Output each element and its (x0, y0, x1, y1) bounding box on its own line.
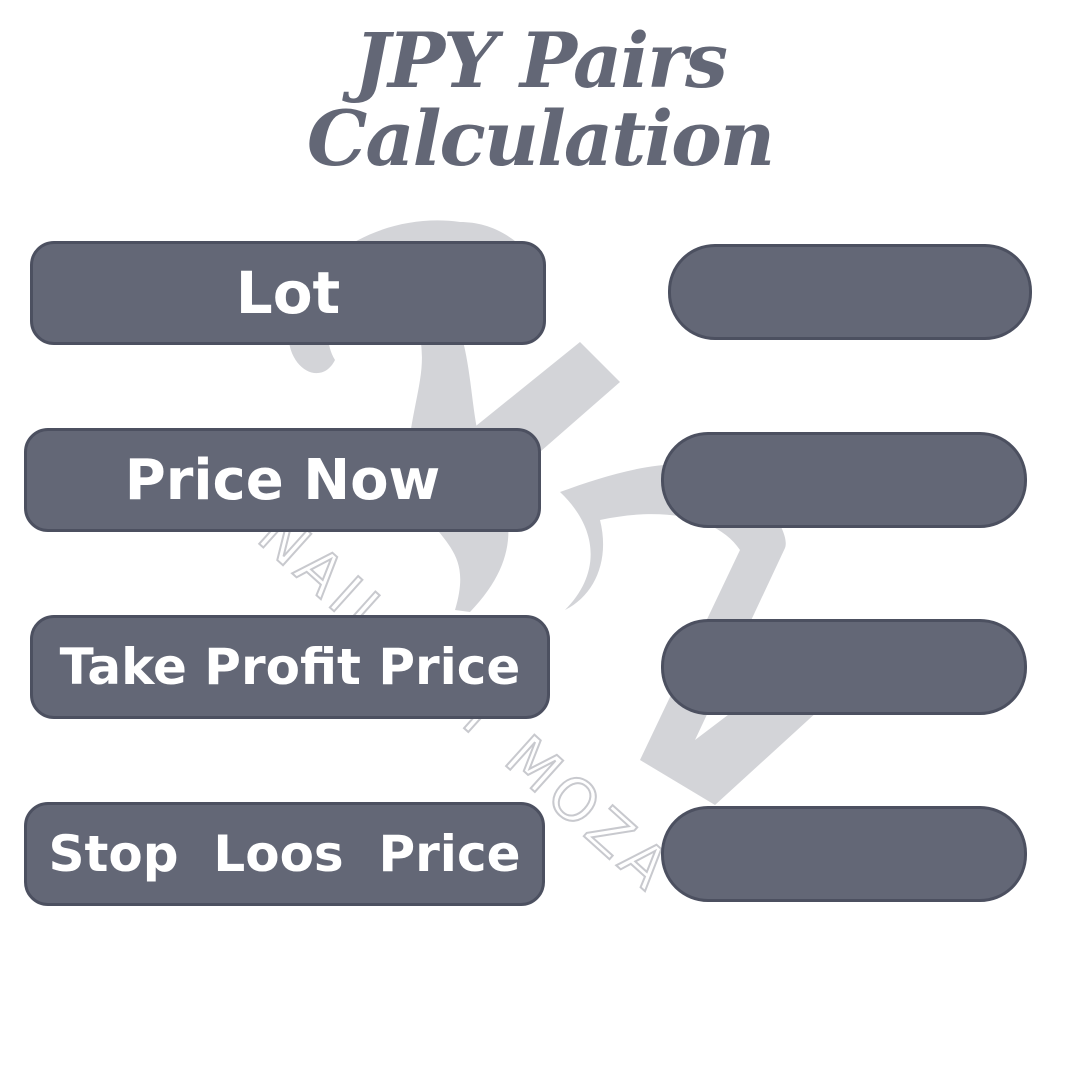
page-title-line1: JPY Pairs (354, 16, 728, 105)
page-title-line2: Calculation (306, 94, 775, 183)
stop-loss-price-input[interactable] (661, 806, 1027, 902)
take-profit-price-label-button[interactable]: Take Profit Price (30, 615, 550, 719)
page-title: JPY Pairs Calculation (0, 22, 1080, 178)
lot-input[interactable] (668, 244, 1032, 340)
take-profit-price-input[interactable] (661, 619, 1027, 715)
price-now-input[interactable] (661, 432, 1027, 528)
lot-label-button[interactable]: Lot (30, 241, 546, 345)
lot-label: Lot (235, 259, 341, 327)
stop-loss-price-label-button[interactable]: Stop Loos Price (24, 802, 545, 906)
take-profit-price-label: Take Profit Price (59, 638, 521, 696)
price-now-label: Price Now (124, 447, 441, 513)
price-now-label-button[interactable]: Price Now (24, 428, 541, 532)
stop-loss-price-label: Stop Loos Price (48, 825, 521, 883)
